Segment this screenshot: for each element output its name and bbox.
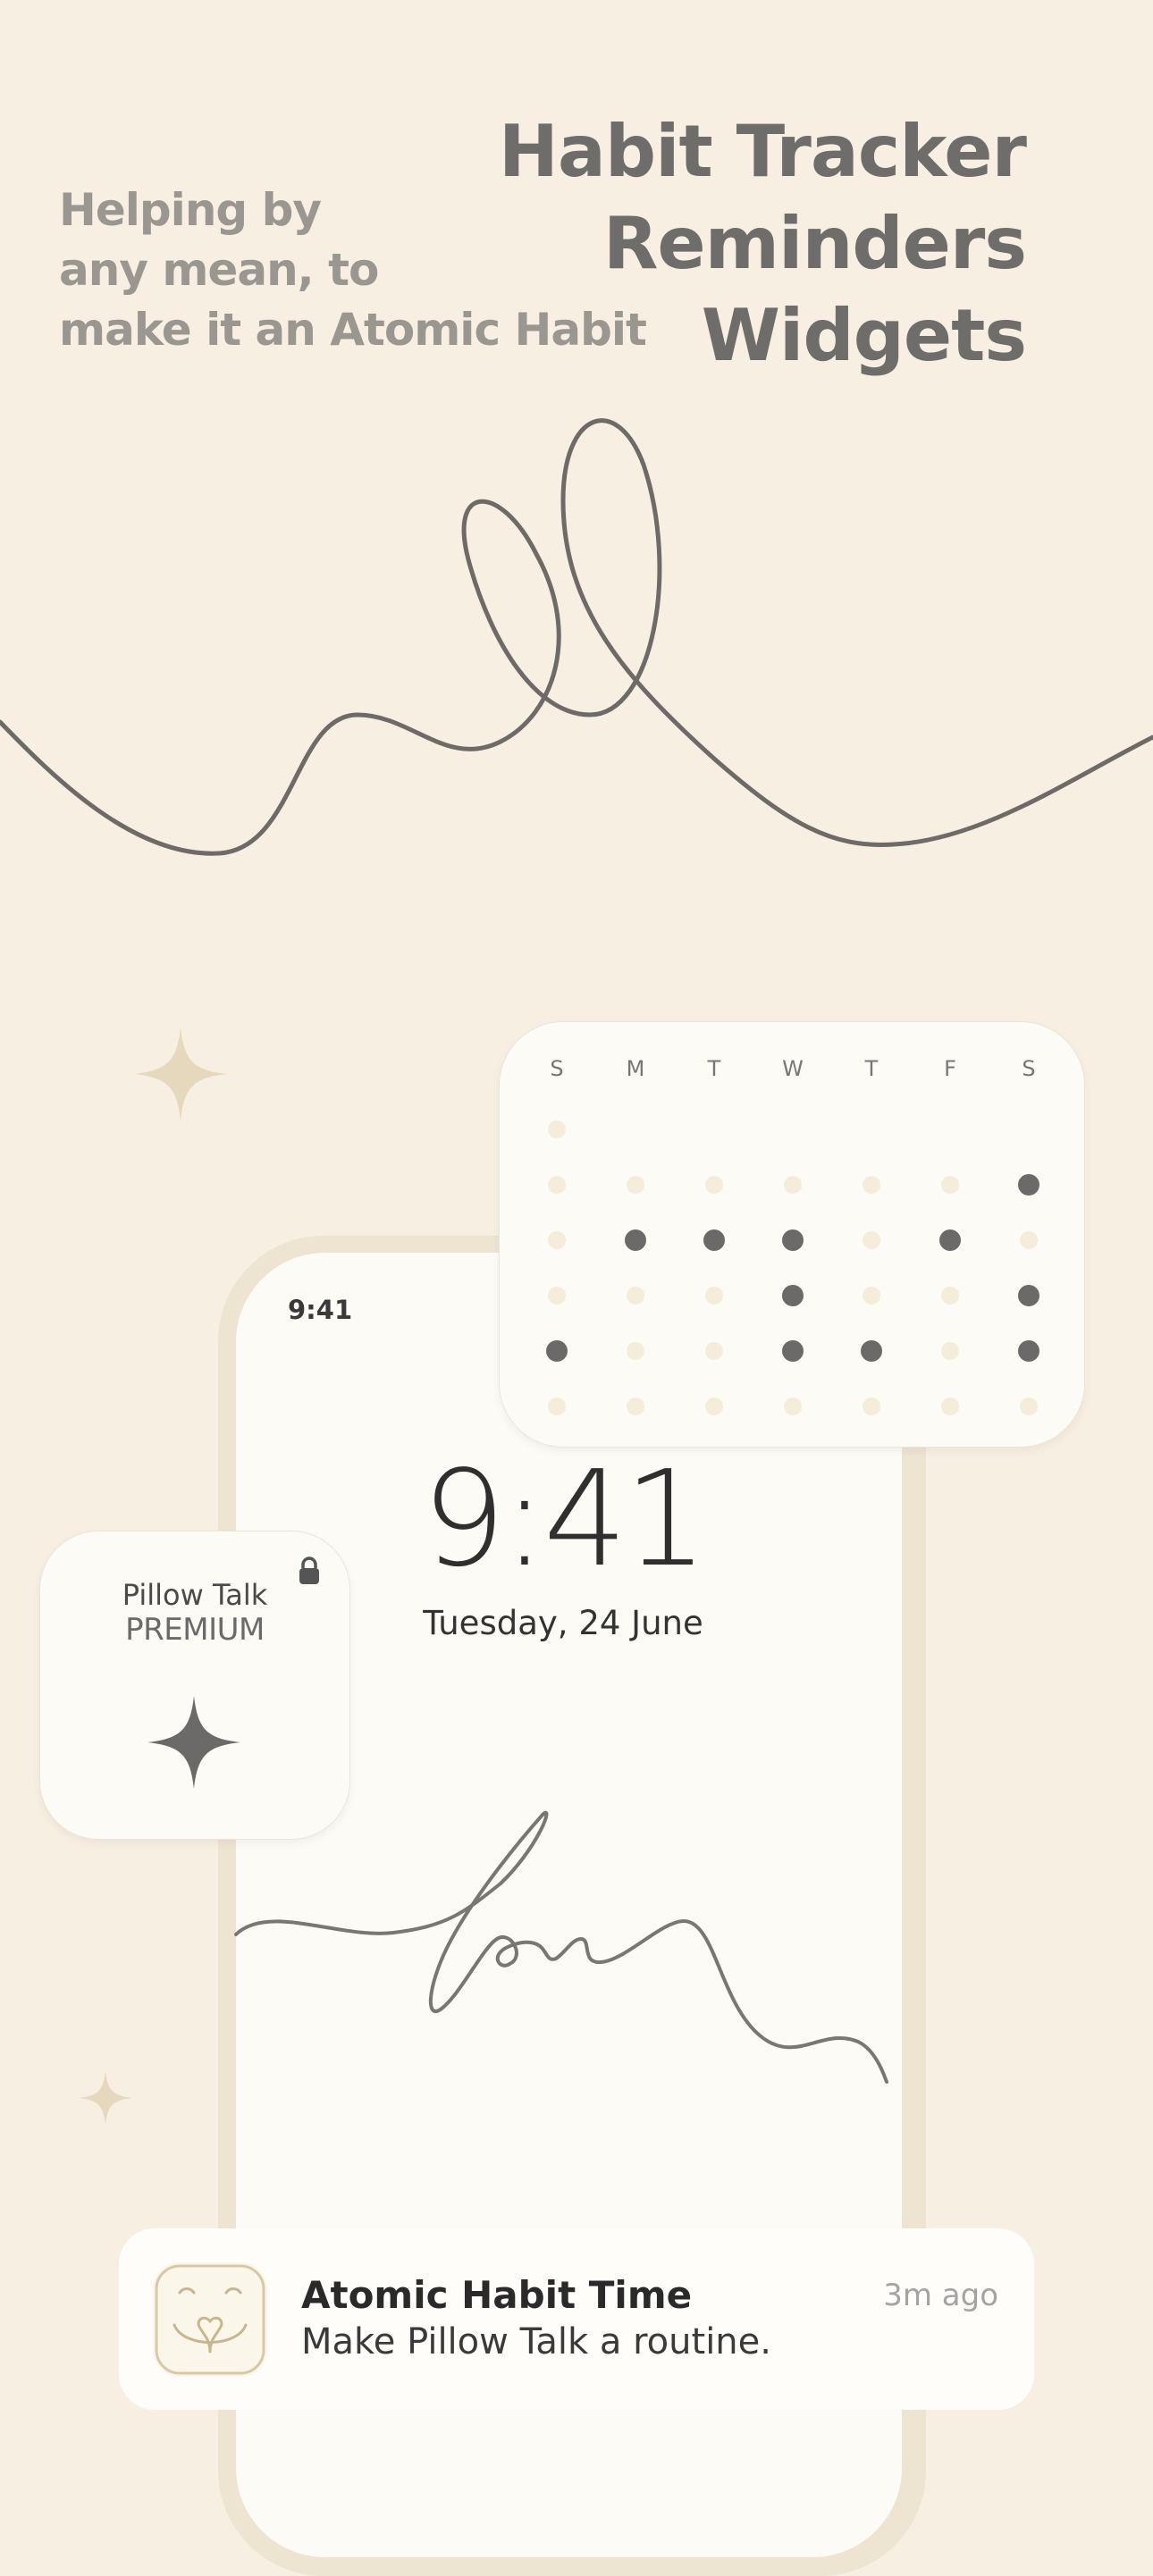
habit-dot-done[interactable] [703, 1229, 725, 1251]
habit-dot-empty[interactable] [863, 1397, 880, 1415]
habit-dot-done[interactable] [1018, 1340, 1039, 1362]
habit-dot-done[interactable] [625, 1229, 646, 1251]
app-icon-artwork [155, 2264, 265, 2375]
habit-dot-done[interactable] [1018, 1285, 1039, 1306]
habit-dot-empty[interactable] [784, 1176, 802, 1194]
habit-dot-empty[interactable] [941, 1397, 959, 1415]
habit-dot-empty[interactable] [863, 1176, 880, 1194]
premium-widget[interactable]: Pillow Talk PREMIUM [39, 1531, 350, 1840]
habit-dot-empty[interactable] [941, 1287, 959, 1305]
decorative-scribble [0, 418, 1153, 856]
habit-dot-empty[interactable] [705, 1287, 723, 1305]
habit-dot-empty[interactable] [863, 1231, 880, 1249]
pillow-talk-app-icon [153, 2262, 267, 2377]
sparkle-icon [79, 2071, 132, 2125]
habit-dot-empty[interactable] [1020, 1397, 1038, 1415]
habit-dot-empty[interactable] [941, 1342, 959, 1360]
notification-banner[interactable]: Atomic Habit Time Make Pillow Talk a rou… [119, 2228, 1034, 2410]
habit-dot-done[interactable] [782, 1285, 804, 1306]
calendar-day-label: S [550, 1056, 564, 1081]
habit-dot-empty[interactable] [705, 1176, 723, 1194]
habit-dot-empty[interactable] [548, 1397, 566, 1415]
habit-dot-empty[interactable] [627, 1287, 644, 1305]
habit-dot-empty[interactable] [627, 1342, 644, 1360]
habit-dot-empty[interactable] [548, 1176, 566, 1194]
tagline-line-2: any mean, to [59, 244, 379, 296]
habit-dot-empty[interactable] [1020, 1231, 1038, 1249]
lock-date-date: 24 June [578, 1604, 703, 1642]
premium-subtitle: PREMIUM [125, 1612, 265, 1648]
notification-time: 3m ago [883, 2278, 998, 2313]
calendar-day-label: W [782, 1056, 804, 1081]
tagline-line-3: make it an Atomic Habit [59, 304, 647, 356]
lock-screen-clock-container: 9:41 [420, 1442, 708, 1599]
habit-dot-done[interactable] [782, 1340, 804, 1362]
notification-title: Atomic Habit Time [301, 2273, 693, 2317]
premium-title: Pillow Talk [122, 1578, 268, 1612]
habit-dot-empty[interactable] [627, 1176, 644, 1194]
habit-dot-empty[interactable] [863, 1287, 880, 1305]
habit-dot-done[interactable] [546, 1340, 568, 1362]
tagline: Helping by any mean, to make it an Atomi… [59, 180, 647, 360]
habit-dot-empty[interactable] [705, 1397, 723, 1415]
calendar-day-label: M [626, 1056, 645, 1081]
calendar-day-label: F [944, 1056, 956, 1081]
habit-dot-done[interactable] [1018, 1174, 1039, 1196]
status-bar-time: 9:41 [288, 1295, 353, 1325]
habit-dot-empty[interactable] [941, 1176, 959, 1194]
sparkle-icon [147, 1696, 240, 1789]
habit-dot-empty[interactable] [548, 1120, 566, 1138]
calendar-day-label: T [864, 1056, 879, 1081]
calendar-day-label: S [1022, 1056, 1036, 1081]
habit-dot-done[interactable] [782, 1229, 804, 1251]
lock-screen-clock: 9:41 [421, 1442, 708, 1596]
sparkle-icon [134, 1028, 227, 1120]
habit-dot-done[interactable] [939, 1229, 961, 1251]
habit-dot-empty[interactable] [627, 1397, 644, 1415]
calendar-day-label: T [707, 1056, 721, 1081]
notification-body: Make Pillow Talk a routine. [301, 2321, 771, 2362]
love-script-artwork [234, 1810, 888, 2084]
habit-dot-empty[interactable] [705, 1342, 723, 1360]
tagline-line-1: Helping by [59, 184, 322, 236]
habit-dot-empty[interactable] [784, 1397, 802, 1415]
habit-dot-done[interactable] [861, 1340, 882, 1362]
habit-calendar-widget[interactable]: SMTWTFS [499, 1021, 1085, 1447]
habit-dot-empty[interactable] [548, 1287, 566, 1305]
lock-screen-date: Tuesday, 24 June [420, 1604, 706, 1642]
lock-date-day: Tuesday, [423, 1604, 568, 1642]
habit-dot-empty[interactable] [548, 1231, 566, 1249]
